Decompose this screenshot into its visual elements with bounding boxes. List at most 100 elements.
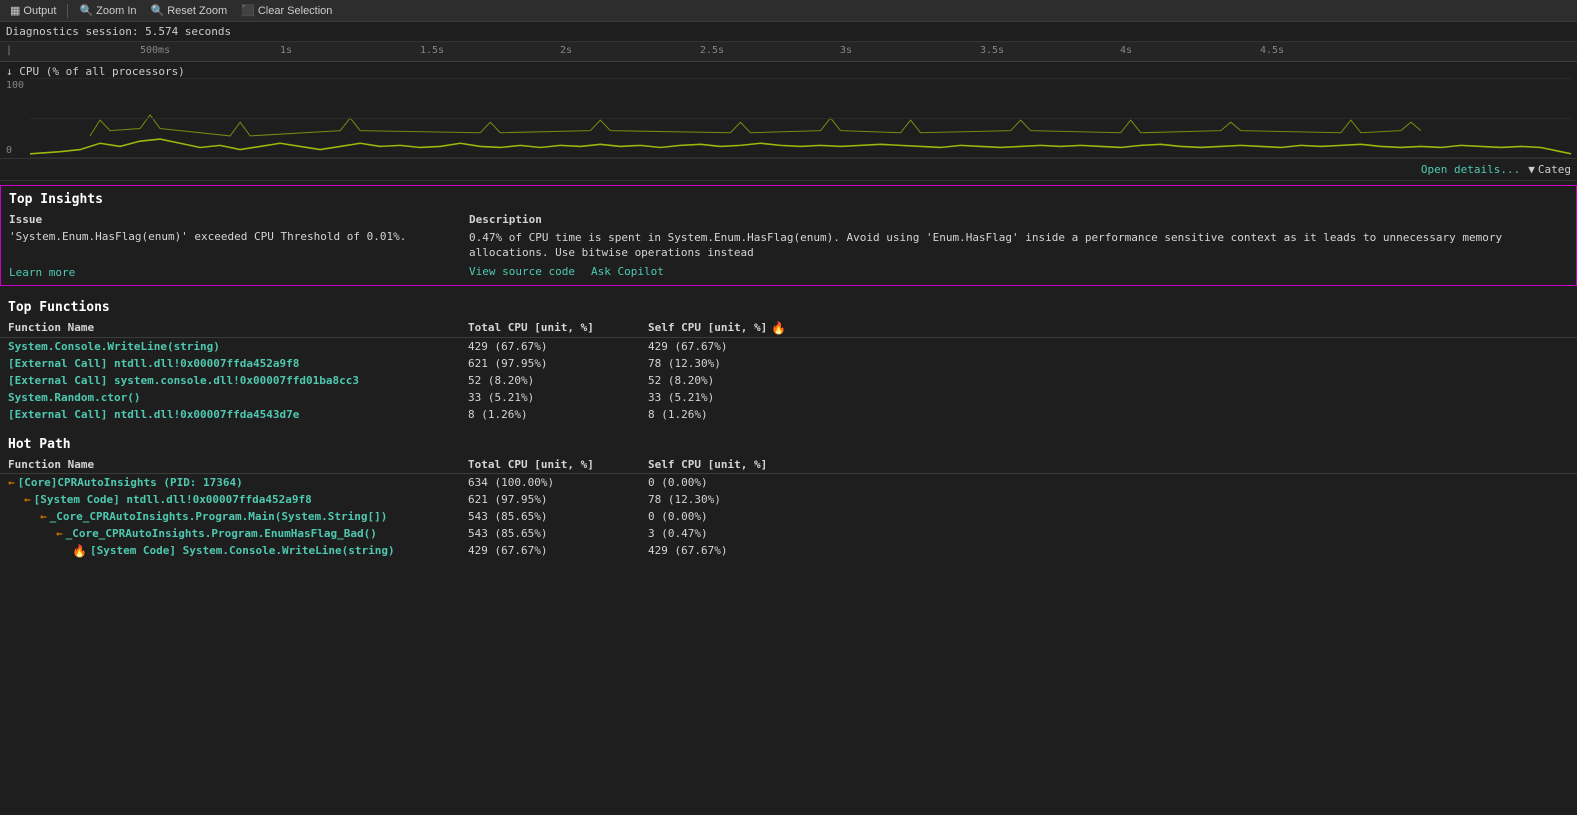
categ-button[interactable]: ▼ Categ: [1528, 163, 1571, 176]
hp-col-name-header: Function Name: [8, 458, 468, 471]
arrow-icon-0: ←: [8, 476, 15, 489]
ruler-tick-1-5s: 1.5s: [420, 45, 444, 56]
function-name-link-0[interactable]: System.Console.WriteLine(string): [8, 340, 220, 353]
function-total-2: 52 (8.20%): [468, 374, 648, 387]
function-self-2: 52 (8.20%): [648, 374, 828, 387]
function-row: System.Random.ctor() 33 (5.21%) 33 (5.21…: [0, 389, 1577, 406]
top-insights-section: Top Insights Issue Description 'System.E…: [0, 185, 1577, 286]
cpu-y-axis: 100 0: [6, 78, 30, 158]
function-total-3: 33 (5.21%): [468, 391, 648, 404]
function-name-link-4[interactable]: [External Call] ntdll.dll!0x00007ffda454…: [8, 408, 299, 421]
function-name-link-3[interactable]: System.Random.ctor(): [8, 391, 140, 404]
hotpath-name-link-1[interactable]: [System Code] ntdll.dll!0x00007ffda452a9…: [34, 493, 312, 506]
cpu-y-top: 100: [6, 80, 30, 91]
functions-header-row: Function Name Total CPU [unit, %] Self C…: [0, 319, 1577, 338]
function-name-link-2[interactable]: [External Call] system.console.dll!0x000…: [8, 374, 359, 387]
output-button[interactable]: ▦ Output: [4, 3, 62, 18]
cpu-chart-canvas: [30, 78, 1571, 158]
output-label: Output: [23, 5, 56, 17]
ruler-tick-3-5s: 3.5s: [980, 45, 1004, 56]
hotpath-row: ← [Core]CPRAutoInsights (PID: 17364) 634…: [0, 474, 1577, 491]
fn-col-name-header: Function Name: [8, 321, 468, 335]
reset-zoom-icon: 🔍: [151, 4, 165, 17]
arrow-icon-3: ←: [56, 527, 63, 540]
function-total-0: 429 (67.67%): [468, 340, 648, 353]
self-cpu-fire-icon: 🔥: [771, 321, 786, 335]
arrow-icon-1: ←: [24, 493, 31, 506]
fn-col-self-header: Self CPU [unit, %] 🔥: [648, 321, 828, 335]
insights-links-row: Learn more View source code Ask Copilot: [1, 263, 1576, 281]
cpu-label: ↓ CPU (% of all processors): [0, 62, 1577, 78]
clear-selection-button[interactable]: ⬛ Clear Selection: [235, 3, 338, 18]
hotpath-self-4: 429 (67.67%): [648, 544, 828, 557]
ruler-start-marker: |: [6, 45, 12, 56]
hp-col-total-header: Total CPU [unit, %]: [468, 458, 648, 471]
insights-data-row: 'System.Enum.HasFlag(enum)' exceeded CPU…: [1, 228, 1576, 263]
function-name-link-1[interactable]: [External Call] ntdll.dll!0x00007ffda452…: [8, 357, 299, 370]
cpu-section: ↓ CPU (% of all processors) 100 0: [0, 62, 1577, 159]
top-functions-section: Top Functions Function Name Total CPU [u…: [0, 294, 1577, 423]
open-details-bar: Open details... ▼ Categ: [0, 159, 1577, 181]
clear-selection-icon: ⬛: [241, 4, 255, 17]
top-functions-title: Top Functions: [0, 294, 1577, 319]
insights-col-issue-header: Issue: [9, 213, 469, 226]
output-icon: ▦: [10, 4, 20, 17]
hotpath-name-link-0[interactable]: [Core]CPRAutoInsights (PID: 17364): [18, 476, 243, 489]
grid-top: [30, 78, 1571, 79]
hot-path-title: Hot Path: [0, 431, 1577, 456]
clear-selection-label: Clear Selection: [258, 5, 333, 17]
hotpath-row: ← [System Code] ntdll.dll!0x00007ffda452…: [0, 491, 1577, 508]
ask-copilot-link[interactable]: Ask Copilot: [591, 265, 664, 279]
open-details-link[interactable]: Open details...: [1421, 163, 1520, 176]
ruler-tick-2-5s: 2.5s: [700, 45, 724, 56]
hotpath-self-0: 0 (0.00%): [648, 476, 828, 489]
hotpath-name-link-2[interactable]: _Core_CPRAutoInsights.Program.Main(Syste…: [50, 510, 388, 523]
function-self-0: 429 (67.67%): [648, 340, 828, 353]
view-source-link[interactable]: View source code: [469, 265, 575, 279]
function-self-1: 78 (12.30%): [648, 357, 828, 370]
hotpath-total-3: 543 (85.65%): [468, 527, 648, 540]
function-row: [External Call] system.console.dll!0x000…: [0, 372, 1577, 389]
hotpath-row: ← _Core_CPRAutoInsights.Program.Main(Sys…: [0, 508, 1577, 525]
function-total-4: 8 (1.26%): [468, 408, 648, 421]
zoom-in-icon: 🔍: [79, 4, 93, 17]
filter-icon: ▼: [1528, 163, 1535, 176]
learn-more-link[interactable]: Learn more: [9, 266, 75, 279]
hotpath-self-3: 3 (0.47%): [648, 527, 828, 540]
fire-icon-4: 🔥: [72, 544, 87, 558]
grid-mid: [30, 118, 1571, 119]
zoom-in-label: Zoom In: [96, 5, 136, 17]
zoom-in-button[interactable]: 🔍 Zoom In: [73, 3, 142, 18]
session-bar: Diagnostics session: 5.574 seconds: [0, 22, 1577, 42]
function-row: System.Console.WriteLine(string) 429 (67…: [0, 338, 1577, 355]
hotpath-total-4: 429 (67.67%): [468, 544, 648, 557]
hotpath-total-0: 634 (100.00%): [468, 476, 648, 489]
ruler-tick-500ms: 500ms: [140, 45, 170, 56]
top-insights-title: Top Insights: [1, 186, 1576, 211]
hotpath-name-link-3[interactable]: _Core_CPRAutoInsights.Program.EnumHasFla…: [66, 527, 377, 540]
issue-text: 'System.Enum.HasFlag(enum)' exceeded CPU…: [9, 230, 469, 243]
cpu-y-bottom: 0: [6, 145, 30, 156]
hot-path-section: Hot Path Function Name Total CPU [unit, …: [0, 431, 1577, 560]
hotpath-self-2: 0 (0.00%): [648, 510, 828, 523]
categ-label: Categ: [1538, 163, 1571, 176]
ruler-tick-1s: 1s: [280, 45, 292, 56]
functions-rows-container: System.Console.WriteLine(string) 429 (67…: [0, 338, 1577, 423]
reset-zoom-button[interactable]: 🔍 Reset Zoom: [145, 3, 234, 18]
cpu-chart-area: 100 0: [6, 78, 1571, 158]
hotpath-self-1: 78 (12.30%): [648, 493, 828, 506]
function-row: [External Call] ntdll.dll!0x00007ffda452…: [0, 355, 1577, 372]
hotpath-row: 🔥 [System Code] System.Console.WriteLine…: [0, 542, 1577, 560]
hotpath-header-row: Function Name Total CPU [unit, %] Self C…: [0, 456, 1577, 474]
hotpath-name-link-4[interactable]: [System Code] System.Console.WriteLine(s…: [90, 544, 395, 557]
ruler-labels: | 500ms 1s 1.5s 2s 2.5s 3s 3.5s 4s 4.5s: [0, 42, 1577, 61]
function-total-1: 621 (97.95%): [468, 357, 648, 370]
insights-col-desc-header: Description: [469, 213, 1568, 226]
hotpath-total-2: 543 (85.65%): [468, 510, 648, 523]
hotpath-rows-container: ← [Core]CPRAutoInsights (PID: 17364) 634…: [0, 474, 1577, 560]
function-self-3: 33 (5.21%): [648, 391, 828, 404]
function-row: [External Call] ntdll.dll!0x00007ffda454…: [0, 406, 1577, 423]
hotpath-total-1: 621 (97.95%): [468, 493, 648, 506]
session-label: Diagnostics session: 5.574 seconds: [6, 25, 231, 38]
main-content: Top Insights Issue Description 'System.E…: [0, 185, 1577, 560]
